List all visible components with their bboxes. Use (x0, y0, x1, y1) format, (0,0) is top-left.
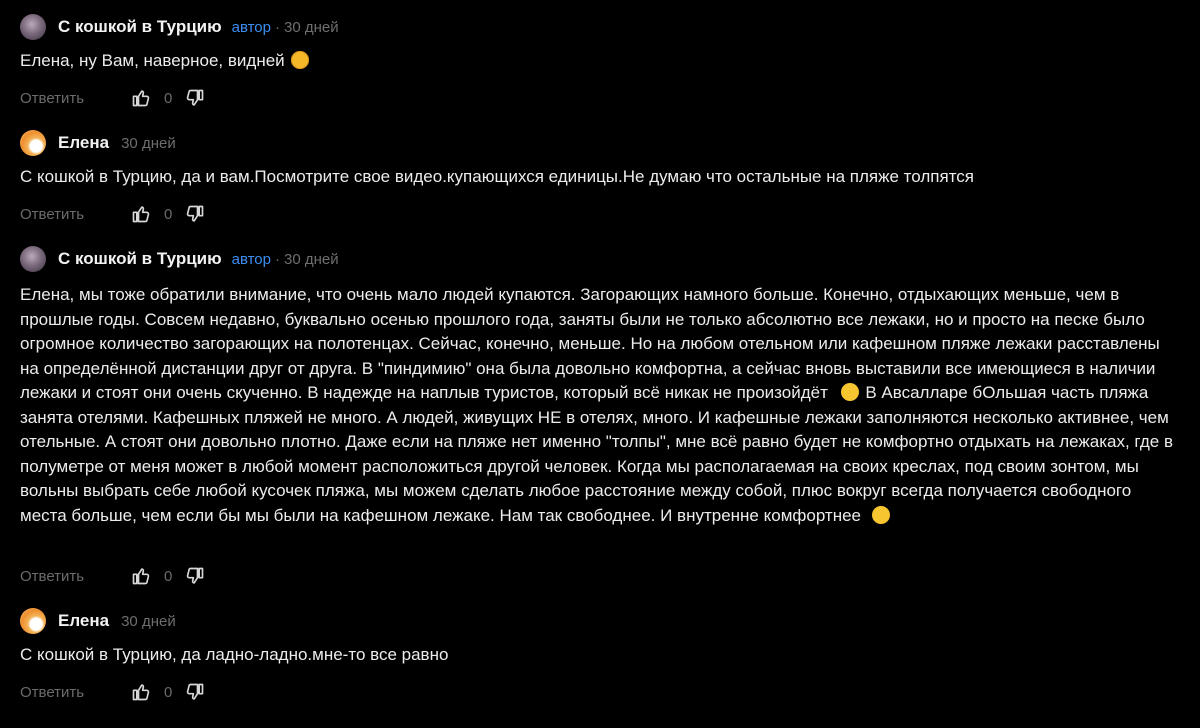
thumbs-up-icon[interactable] (131, 204, 151, 224)
author-badge: автор (231, 250, 271, 268)
comment-time: 30 дней (284, 18, 339, 36)
thumbs-down-icon[interactable] (185, 88, 205, 108)
thumbs-up-icon[interactable] (131, 682, 151, 702)
comment-text: С кошкой в Турцию, да ладно-ладно.мне-то… (20, 645, 449, 664)
avatar[interactable] (20, 14, 46, 40)
thumbs-down-icon[interactable] (185, 682, 205, 702)
reply-button[interactable]: Ответить (20, 568, 131, 585)
avatar[interactable] (20, 608, 46, 634)
slightly-smiling-emoji-icon (840, 383, 859, 401)
comments-feed: С кошкой в Турцию автор · 30 дней Елена,… (0, 0, 1200, 728)
thumbs-up-icon[interactable] (131, 566, 151, 586)
reply-button[interactable]: Ответить (20, 684, 131, 701)
comment-text-part-2: В Авсалларе бОльшая часть пляжа занята о… (20, 383, 1173, 525)
thumbs-up-icon[interactable] (131, 88, 151, 108)
like-count: 0 (164, 89, 173, 107)
comment-header: С кошкой в Турцию автор · 30 дней (20, 244, 339, 274)
comment-text: С кошкой в Турцию, да и вам.Посмотрите с… (20, 167, 974, 186)
like-count: 0 (164, 567, 173, 585)
comment-actions: Ответить 0 (20, 86, 205, 110)
comment-time: 30 дней (121, 134, 176, 152)
author-name[interactable]: Елена (58, 133, 109, 153)
comment-time: 30 дней (284, 250, 339, 268)
comment-actions: Ответить 0 (20, 680, 205, 704)
separator-dot: · (275, 18, 280, 36)
comment-header: Елена 30 дней (20, 128, 176, 158)
comment-header: Елена 30 дней (20, 606, 176, 636)
like-count: 0 (164, 683, 173, 701)
comment-time: 30 дней (121, 612, 176, 630)
comment-text: Елена, ну Вам, наверное, видней (20, 49, 1180, 74)
reply-button[interactable]: Ответить (20, 206, 131, 223)
thumbs-down-icon[interactable] (185, 566, 205, 586)
thumbs-down-icon[interactable] (185, 204, 205, 224)
author-badge: автор (231, 18, 271, 36)
author-name[interactable]: С кошкой в Турцию (58, 249, 222, 269)
comment-actions: Ответить 0 (20, 564, 205, 588)
reply-button[interactable]: Ответить (20, 90, 131, 107)
separator-dot: · (275, 250, 280, 268)
author-name[interactable]: С кошкой в Турцию (58, 17, 222, 37)
avatar[interactable] (20, 246, 46, 272)
comment-text-body: Елена, ну Вам, наверное, видней (20, 51, 285, 70)
avatar[interactable] (20, 130, 46, 156)
comment-header: С кошкой в Турцию автор · 30 дней (20, 12, 339, 42)
smiling-eyes-emoji-icon (871, 505, 890, 524)
like-count: 0 (164, 205, 173, 223)
comment-text: Елена, мы тоже обратили внимание, что оч… (20, 283, 1180, 528)
laughing-emoji-icon (291, 51, 310, 69)
author-name[interactable]: Елена (58, 611, 109, 631)
comment-actions: Ответить 0 (20, 202, 205, 226)
